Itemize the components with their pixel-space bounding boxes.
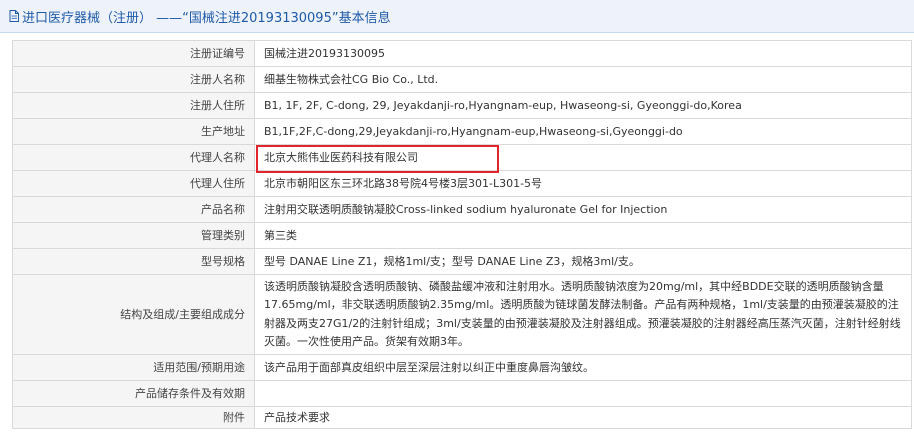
field-label: 代理人住所 xyxy=(12,170,255,197)
table-row: 适用范围/预期用途 该产品用于面部真皮组织中层至深层注射以纠正中重度鼻唇沟皱纹。 xyxy=(12,354,912,381)
device-info-table: 注册证编号 国械注进20193130095 注册人名称 细基生物株式会社CG B… xyxy=(12,40,912,429)
page-title: 进口医疗器械（注册） ——“国械注进20193130095”基本信息 xyxy=(22,10,391,26)
table-row: 注册人住所 B1, 1F, 2F, C-dong, 29, Jeyakdanji… xyxy=(12,92,912,119)
field-label: 型号规格 xyxy=(12,248,255,275)
field-value: 注射用交联透明质酸钠凝胶Cross-linked sodium hyaluron… xyxy=(254,196,912,223)
agent-name-value: 北京大熊伟业医药科技有限公司 xyxy=(254,144,912,171)
field-label: 适用范围/预期用途 xyxy=(12,354,255,381)
field-label: 注册人住所 xyxy=(12,92,255,119)
table-row: 产品储存条件及有效期 xyxy=(12,380,912,407)
field-value: 北京市朝阳区东三环北路38号院4号楼3层301-L301-5号 xyxy=(254,170,912,197)
field-label: 产品储存条件及有效期 xyxy=(12,380,255,407)
field-label: 管理类别 xyxy=(12,222,255,249)
field-value: B1,1F,2F,C-dong,29,Jeyakdanji-ro,Hyangna… xyxy=(254,118,912,145)
table-row: 生产地址 B1,1F,2F,C-dong,29,Jeyakdanji-ro,Hy… xyxy=(12,118,912,145)
attachment-link[interactable]: 产品技术要求 xyxy=(254,406,912,429)
field-label: 附件 xyxy=(12,406,255,429)
table-row: 附件 产品技术要求 xyxy=(12,406,912,429)
page-header: 进口医疗器械（注册） ——“国械注进20193130095”基本信息 xyxy=(0,0,914,33)
document-icon xyxy=(9,10,19,22)
table-row: 管理类别 第三类 xyxy=(12,222,912,249)
table-row: 型号规格 型号 DANAE Line Z1，规格1ml/支；型号 DANAE L… xyxy=(12,248,912,275)
table-row: 注册人名称 细基生物株式会社CG Bio Co., Ltd. xyxy=(12,66,912,93)
field-value: 国械注进20193130095 xyxy=(254,40,912,67)
table-row: 结构及组成/主要组成成分 该透明质酸钠凝胶含透明质酸钠、磷酸盐缓冲液和注射用水。… xyxy=(12,274,912,355)
field-label: 注册人名称 xyxy=(12,66,255,93)
field-value: 第三类 xyxy=(254,222,912,249)
field-value: 该产品用于面部真皮组织中层至深层注射以纠正中重度鼻唇沟皱纹。 xyxy=(254,354,912,381)
table-row: 注册证编号 国械注进20193130095 xyxy=(12,40,912,67)
field-value xyxy=(254,380,912,407)
table-row: 产品名称 注射用交联透明质酸钠凝胶Cross-linked sodium hya… xyxy=(12,196,912,223)
field-label: 代理人名称 xyxy=(12,144,255,171)
field-label: 产品名称 xyxy=(12,196,255,223)
table-row: 代理人住所 北京市朝阳区东三环北路38号院4号楼3层301-L301-5号 xyxy=(12,170,912,197)
table-row: 代理人名称 北京大熊伟业医药科技有限公司 xyxy=(12,144,912,171)
field-label: 结构及组成/主要组成成分 xyxy=(12,274,255,355)
field-label: 生产地址 xyxy=(12,118,255,145)
field-label: 注册证编号 xyxy=(12,40,255,67)
field-value: 该透明质酸钠凝胶含透明质酸钠、磷酸盐缓冲液和注射用水。透明质酸钠浓度为20mg/… xyxy=(254,274,912,355)
field-value: B1, 1F, 2F, C-dong, 29, Jeyakdanji-ro,Hy… xyxy=(254,92,912,119)
field-value: 细基生物株式会社CG Bio Co., Ltd. xyxy=(254,66,912,93)
field-value: 型号 DANAE Line Z1，规格1ml/支；型号 DANAE Line Z… xyxy=(254,248,912,275)
